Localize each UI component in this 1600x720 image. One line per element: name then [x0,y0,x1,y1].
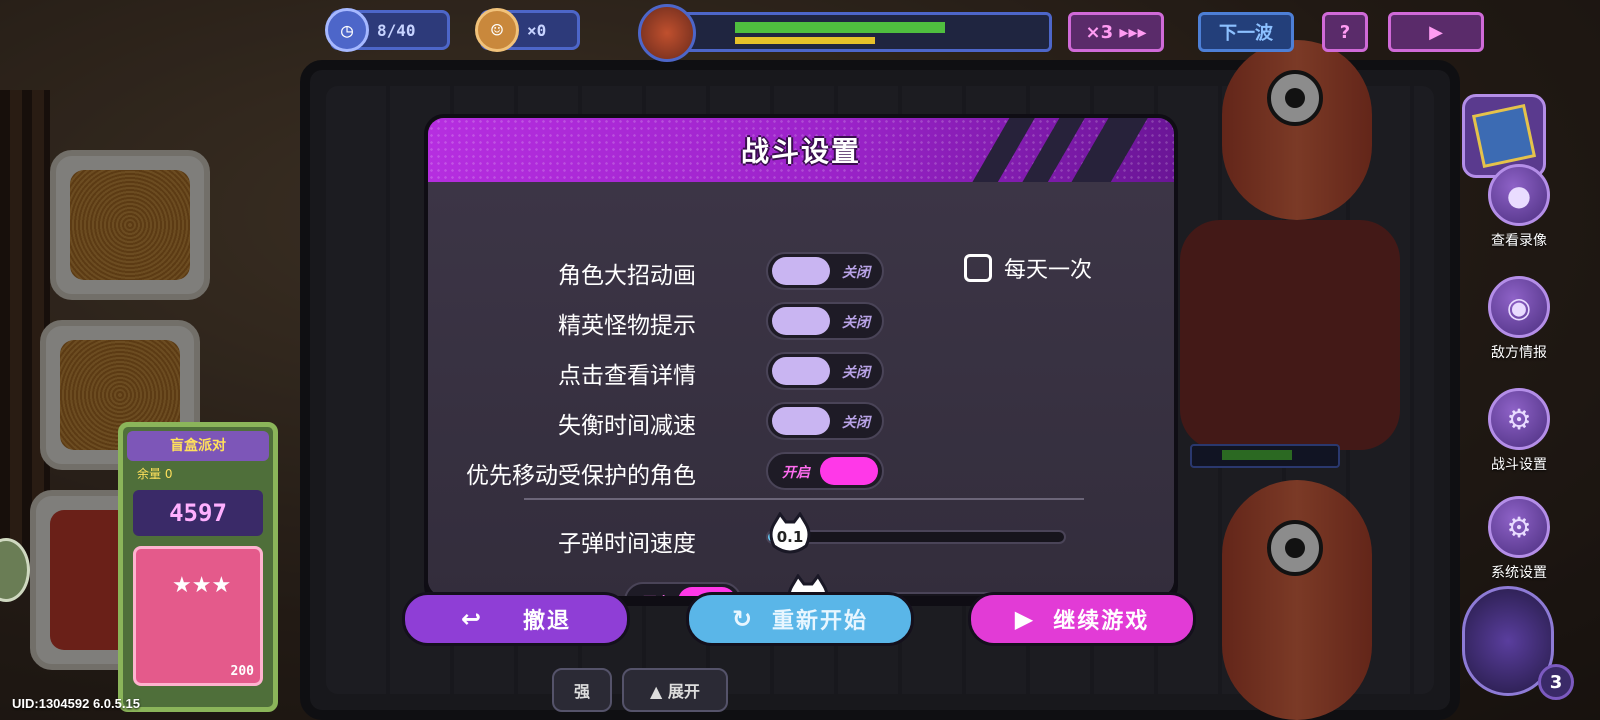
play-icon: ▶ [1429,21,1443,43]
toggle-ult-animation[interactable]: 关闭 [766,252,884,290]
toggle-knob [772,357,830,385]
remaining-label: 余量 0 [137,467,173,481]
blind-box-panel[interactable]: 盲盒派对 余量 0 4597 ★★★ 200 [118,422,278,712]
camera-icon: ● [1488,164,1550,226]
boss-progress-bar [652,12,1052,52]
toggle-knob [772,407,830,435]
ability-count-badge: 3 [1538,664,1574,700]
gift-icon [1471,103,1537,169]
setting-label-ult-animation: 角色大招动画 [558,263,696,289]
toggle-knob [772,257,830,285]
toggle-state-text: 开启 [782,465,810,481]
boss-hp-fill [735,22,945,33]
play-icon: ▶ [1014,605,1036,633]
view-replay-button[interactable]: ● 查看录像 [1474,164,1564,250]
boss-shield-fill [735,37,875,44]
continue-button[interactable]: ▶ 继续游戏 [968,592,1196,646]
toggle-state-text: 关闭 [842,365,870,381]
toggle-state-text: 关闭 [842,315,870,331]
speed-button[interactable]: ×3 ▸▸▸ [1068,12,1164,52]
player-count: 8/40 [377,20,416,40]
blind-box-card[interactable]: ★★★ 200 [133,546,263,686]
gear-icon: ⚙ [1488,388,1550,450]
next-wave-button[interactable]: 下一波 [1198,12,1294,52]
toggle-knob [820,457,878,485]
battle-settings-button[interactable]: ⚙ 战斗设置 [1474,388,1564,474]
cat-face-icon: ☺ [475,8,519,52]
enemy-intel-button[interactable]: ◉ 敌方情报 [1474,276,1564,362]
bullet-time-slider[interactable]: 0.1 [766,511,1066,554]
card-cost: 200 [230,664,254,679]
intel-icon: ◉ [1488,276,1550,338]
play-button[interactable]: ▶ [1388,12,1484,52]
undo-arrow-icon: ↩ [460,605,484,633]
toggle-imbalance-slow[interactable]: 关闭 [766,402,884,440]
player-count-pill: ◷ 8/40 [325,8,450,52]
toggle-knob [772,307,830,335]
daily-once-checkbox[interactable] [964,254,992,282]
blind-box-score: 4597 [133,490,263,536]
timer-icon: ◷ [325,8,369,52]
blind-box-title: 盲盒派对 [127,431,269,461]
dialog-body: 角色大招动画 关闭 每天一次 精英怪物提示 关闭 点击查看详情 关闭 失衡时间减… [428,182,1174,596]
dialog-header: 战斗设置 [428,118,1174,182]
refresh-icon: ↻ [731,605,755,633]
cat-card-icon: ★★★ [172,573,232,598]
bullet-time-value: 0.1 [776,528,804,546]
gears-icon: ⚙ [1488,496,1550,558]
setting-label-tap-details: 点击查看详情 [558,363,696,389]
setting-label-elite-hint: 精英怪物提示 [558,313,696,339]
dialog-title: 战斗设置 [740,135,861,168]
setting-label-imbalance-slow: 失衡时间减速 [558,413,696,439]
battle-settings-dialog: 战斗设置 角色大招动画 关闭 每天一次 精英怪物提示 关闭 点击查看详情 关闭 … [424,114,1178,600]
cat-count-pill: ☺ ×0 [475,8,580,52]
toggle-state-text: 开启 [640,592,668,596]
settings-divider [524,498,1084,500]
toggle-tap-details[interactable]: 关闭 [766,352,884,390]
toggle-elite-hint[interactable]: 关闭 [766,302,884,340]
system-settings-button[interactable]: ⚙ 系统设置 [1474,496,1564,582]
restart-button[interactable]: ↻ 重新开始 [686,592,914,646]
uid-version-label: UID:1304592 6.0.5.15 [12,696,140,711]
toggle-state-text: 关闭 [842,415,870,431]
strong-button[interactable]: 强 [552,668,612,712]
toggle-move-protected[interactable]: 开启 [766,452,884,490]
setting-label-move-protected: 优先移动受保护的角色 [466,463,696,489]
question-icon: ? [1339,21,1351,43]
bullet-time-slider-thumb[interactable]: 0.1 [768,511,812,556]
help-button[interactable]: ? [1322,12,1368,52]
boss-avatar [638,4,696,62]
bullet-time-label: 子弹时间速度 [558,531,696,557]
expand-button[interactable]: ▲ 展开 [622,668,728,712]
toggle-state-text: 关闭 [842,265,870,281]
retreat-button[interactable]: ↩ 撤退 [402,592,630,646]
cat-count: ×0 [527,20,547,40]
daily-once-label: 每天一次 [1004,258,1093,283]
